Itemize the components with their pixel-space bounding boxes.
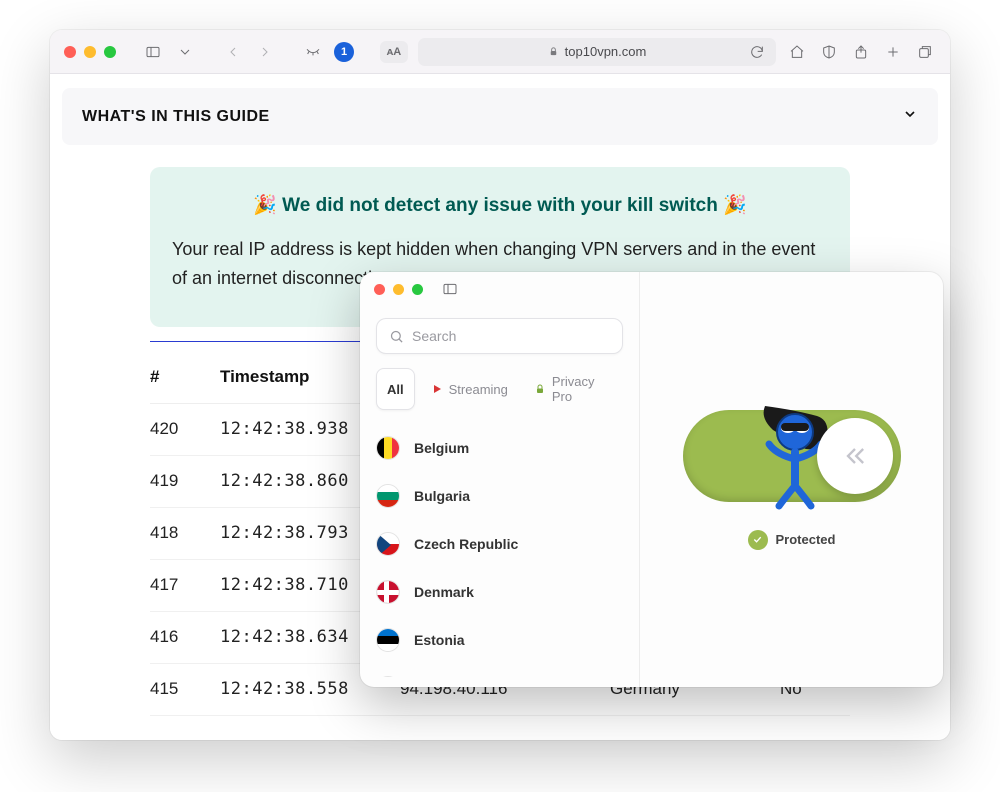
flag-icon [376, 676, 400, 677]
country-name: Bulgaria [414, 488, 470, 504]
chevron-left-double-icon [841, 442, 869, 470]
cell-num: 416 [150, 627, 220, 647]
cell-num: 415 [150, 679, 220, 699]
country-item[interactable]: Belgium [376, 424, 623, 472]
country-item[interactable]: Denmark [376, 568, 623, 616]
tab-privacy-pro[interactable]: Privacy Pro [524, 368, 623, 410]
country-name: Estonia [414, 632, 465, 648]
toggle-knob [817, 418, 893, 494]
flag-icon [376, 436, 400, 460]
country-item[interactable]: Bulgaria [376, 472, 623, 520]
minimize-window-button[interactable] [84, 46, 96, 58]
flag-icon [376, 532, 400, 556]
tab-streaming-label: Streaming [449, 382, 508, 397]
share-button[interactable] [850, 41, 872, 63]
search-input[interactable]: Search [376, 318, 623, 354]
guide-toc-toggle[interactable]: WHAT'S IN THIS GUIDE [62, 88, 938, 145]
vpn-status: Protected [748, 530, 836, 550]
cell-num: 419 [150, 471, 220, 491]
notice-title: 🎉 We did not detect any issue with your … [172, 193, 828, 217]
onepassword-extension-icon[interactable]: 1 [334, 42, 354, 62]
search-placeholder: Search [412, 328, 456, 344]
url-text: top10vpn.com [565, 44, 647, 59]
tab-all-label: All [387, 382, 404, 397]
new-tab-button[interactable] [882, 41, 904, 63]
forward-button[interactable] [254, 41, 276, 63]
lock-icon [548, 46, 559, 57]
vpn-connect-toggle[interactable] [683, 410, 901, 502]
cell-num: 418 [150, 523, 220, 543]
vpn-server-panel: Search All Streaming Privacy Pro Belgium… [360, 272, 640, 687]
wiper-extension-icon[interactable] [302, 41, 324, 63]
tabs-overview-button[interactable] [914, 41, 936, 63]
cell-num: 417 [150, 575, 220, 595]
privacy-shield-icon[interactable] [818, 41, 840, 63]
country-name: Czech Republic [414, 536, 518, 552]
close-window-button[interactable] [64, 46, 76, 58]
notice-title-text: We did not detect any issue with your ki… [282, 195, 718, 216]
reader-text-size-button[interactable]: ᴀA [380, 41, 408, 63]
flag-icon [376, 580, 400, 604]
vpn-status-panel: Protected [640, 272, 943, 687]
fullscreen-window-button[interactable] [104, 46, 116, 58]
country-list: Belgium Bulgaria Czech Republic Denmark Esto… [376, 424, 623, 677]
country-item[interactable]: Estonia [376, 616, 623, 664]
flag-icon [376, 628, 400, 652]
country-item[interactable]: Czech Republic [376, 520, 623, 568]
close-window-button[interactable] [374, 284, 385, 295]
lock-icon [534, 383, 546, 395]
vpn-app-window: Search All Streaming Privacy Pro Belgium… [360, 272, 943, 687]
search-icon [389, 329, 404, 344]
party-popper-icon: 🎉 [723, 195, 747, 216]
sidebar-toggle-icon[interactable] [439, 278, 461, 300]
traffic-lights [64, 46, 116, 58]
back-button[interactable] [222, 41, 244, 63]
server-filter-tabs: All Streaming Privacy Pro [376, 368, 623, 410]
country-item[interactable]: Finland [376, 664, 623, 677]
chevron-down-icon [902, 106, 918, 127]
guide-toc-label: WHAT'S IN THIS GUIDE [82, 108, 270, 126]
address-bar[interactable]: top10vpn.com [418, 38, 776, 66]
home-button[interactable] [786, 41, 808, 63]
play-icon [431, 383, 443, 395]
browser-titlebar: 1 ᴀA top10vpn.com [50, 30, 950, 74]
minimize-window-button[interactable] [393, 284, 404, 295]
col-number: # [150, 367, 220, 387]
tab-privacy-label: Privacy Pro [552, 374, 613, 404]
party-popper-icon: 🎉 [253, 195, 277, 216]
sidebar-toggle-icon[interactable] [142, 41, 164, 63]
cell-num: 420 [150, 419, 220, 439]
flag-icon [376, 484, 400, 508]
country-name: Belgium [414, 440, 469, 456]
tab-all[interactable]: All [376, 368, 415, 410]
reload-button[interactable] [746, 41, 768, 63]
tab-dropdown-icon[interactable] [174, 41, 196, 63]
vpn-status-label: Protected [776, 532, 836, 547]
fullscreen-window-button[interactable] [412, 284, 423, 295]
country-name: Denmark [414, 584, 474, 600]
check-circle-icon [748, 530, 768, 550]
tab-streaming[interactable]: Streaming [421, 368, 518, 410]
